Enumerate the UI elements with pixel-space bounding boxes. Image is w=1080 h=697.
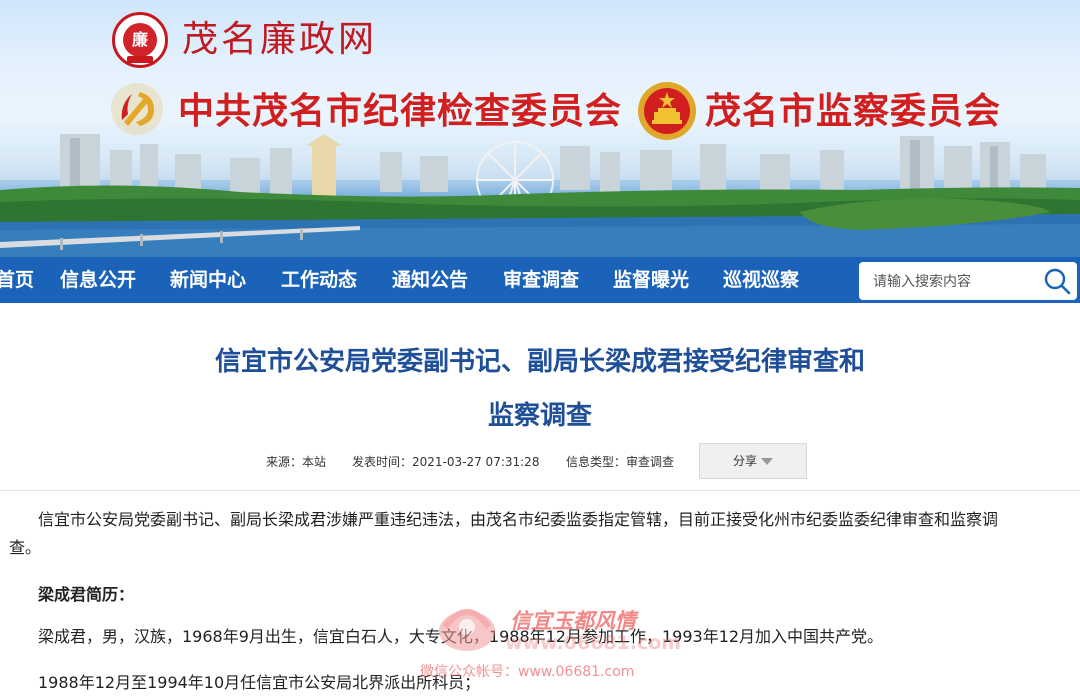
nav-item-inspection[interactable]: 巡视巡察 [723, 257, 799, 303]
article-category: 信息类型：审查调查 [566, 455, 675, 469]
article-title-line2: 监察调查 [487, 401, 592, 431]
resume-heading: 梁成君简历： [38, 585, 135, 604]
paragraph-intro-line2: 查。 [9, 538, 42, 557]
nav-item-news-center[interactable]: 新闻中心 [170, 257, 246, 303]
paragraph-resume-2: 1988年12月至1994年10月任信宜市公安局北界派出所科员； [38, 673, 481, 692]
article-source: 来源：本站 [266, 455, 327, 469]
nav-item-notices[interactable]: 通知公告 [392, 257, 468, 303]
watermark-logo-icon [439, 609, 495, 651]
search-box [859, 262, 1077, 302]
watermark-wechat: 微信公众帐号：www.06681.com [420, 664, 635, 680]
header-banner: 廉 茂名廉政网 中共茂名市纪律检查委员会 茂名市监察委员会 [0, 0, 1080, 257]
nav-item-investigation[interactable]: 审查调查 [503, 257, 579, 303]
chevron-down-icon [761, 458, 773, 465]
site-logo-icon[interactable]: 廉 [112, 12, 168, 68]
site-name[interactable]: 茂名廉政网 [182, 16, 377, 64]
divider [0, 490, 1080, 491]
nav-item-info-public[interactable]: 信息公开 [60, 257, 136, 303]
watermark-name: 信宜玉都风情 [510, 609, 636, 633]
search-input[interactable] [871, 262, 1035, 302]
share-label: 分享 [732, 454, 757, 468]
search-icon[interactable] [1041, 265, 1073, 297]
watermark-url: www.06681.com [505, 632, 682, 654]
paragraph-intro-line1: 信宜市公安局党委副书记、副局长梁成君涉嫌严重违纪违法，由茂名市纪委监委指定管辖，… [38, 510, 999, 529]
article-title-line1: 信宜市公安局党委副书记、副局长梁成君接受纪律审查和 [214, 347, 865, 377]
nav-item-supervision-exposure[interactable]: 监督曝光 [613, 257, 689, 303]
nav-item-home[interactable]: 首页 [0, 257, 34, 303]
nav-item-work-updates[interactable]: 工作动态 [281, 257, 357, 303]
party-emblem-icon [111, 83, 163, 135]
city-skyline-image [0, 134, 1080, 257]
article-published-time: 发表时间：2021-03-27 07:31:28 [352, 455, 540, 469]
share-button[interactable]: 分享 [699, 443, 807, 479]
